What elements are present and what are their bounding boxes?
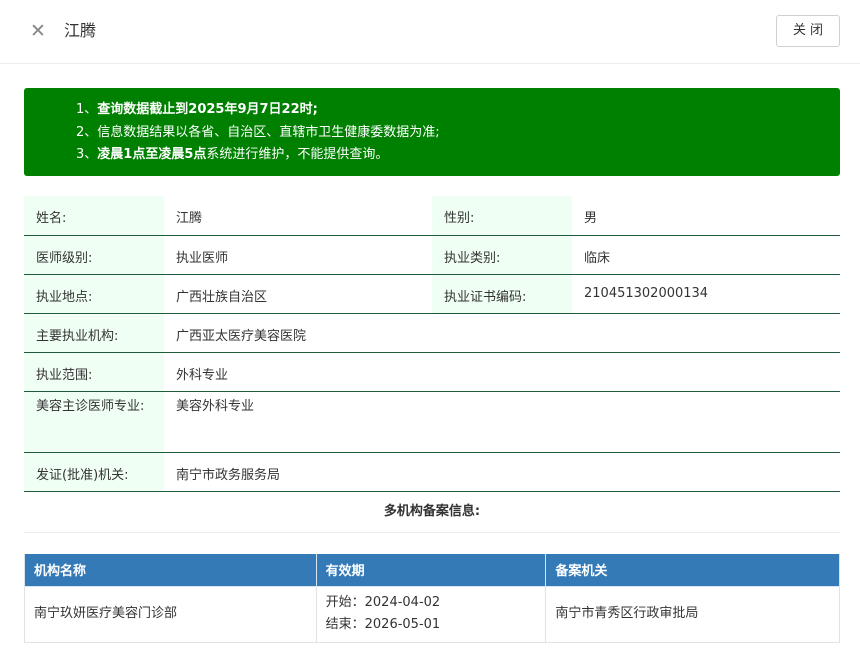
- notice-line-2: 2、信息数据结果以各省、自治区、直辖市卫生健康委数据为准;: [76, 124, 440, 140]
- close-button[interactable]: 关闭: [776, 15, 840, 47]
- dialog-header: ✕ 江腾 关闭: [0, 0, 860, 64]
- info-row-name: 姓名: 江腾 性别: 男: [24, 196, 840, 236]
- info-row-scope: 执业范围: 外科专业: [24, 352, 840, 392]
- scope-value: 外科专业: [164, 352, 840, 392]
- close-icon[interactable]: ✕: [28, 20, 48, 42]
- notice-line-3-prefix: 3、: [76, 147, 98, 162]
- info-row-cosmetic: 美容主诊医师专业: 美容外科专业: [24, 391, 840, 453]
- notice-line-1-bold: 查询数据截止到2025年9月7日22时;: [97, 102, 318, 117]
- validity-start: 开始：2024-04-02: [325, 595, 441, 610]
- multi-institution-title: 多机构备案信息:: [24, 493, 840, 533]
- info-row-level: 医师级别: 执业医师 执业类别: 临床: [24, 235, 840, 275]
- column-header-name: 机构名称: [24, 554, 317, 587]
- level-label: 医师级别:: [24, 235, 164, 275]
- notice-line-1-prefix: 1、: [76, 102, 98, 117]
- doctor-info-table: 姓名: 江腾 性别: 男 医师级别: 执业医师 执业类别: 临床 执业地点: 广…: [24, 196, 840, 492]
- authority-cell: 南宁市青秀区行政审批局: [545, 585, 840, 643]
- cosmetic-value: 美容外科专业: [164, 391, 840, 453]
- dialog-title: 江腾: [64, 21, 97, 40]
- name-label: 姓名:: [24, 196, 164, 236]
- info-row-institution: 主要执业机构: 广西亚太医疗美容医院: [24, 313, 840, 353]
- validity-end: 结束：2026-05-01: [325, 617, 441, 632]
- notice-line-3-rest: 系统进行维护，不能提供查询。: [206, 147, 389, 162]
- cert-label: 执业证书编码:: [432, 274, 572, 314]
- notice-line-3-bold: 凌晨1点至凌晨5点: [97, 147, 207, 162]
- notice-banner: 1、查询数据截止到2025年9月7日22时; 2、信息数据结果以各省、自治区、直…: [24, 88, 840, 176]
- scope-label: 执业范围:: [24, 352, 164, 392]
- column-header-validity: 有效期: [315, 554, 547, 587]
- validity-cell: 开始：2024-04-02 结束：2026-05-01: [315, 585, 547, 643]
- table-row: 南宁玖妍医疗美容门诊部 开始：2024-04-02 结束：2026-05-01 …: [24, 585, 840, 643]
- cert-value: 210451302000134: [572, 274, 840, 314]
- institution-label: 主要执业机构:: [24, 313, 164, 353]
- location-value: 广西壮族自治区: [164, 274, 432, 314]
- gender-value: 男: [572, 196, 840, 236]
- issuer-value: 南宁市政务服务局: [164, 452, 840, 492]
- gender-label: 性别:: [432, 196, 572, 236]
- org-name-cell: 南宁玖妍医疗美容门诊部: [24, 585, 317, 643]
- info-row-location: 执业地点: 广西壮族自治区 执业证书编码: 210451302000134: [24, 274, 840, 314]
- cosmetic-label: 美容主诊医师专业:: [24, 391, 164, 453]
- column-header-authority: 备案机关: [545, 554, 840, 587]
- institution-value: 广西亚太医疗美容医院: [164, 313, 840, 353]
- multi-institution-table: 机构名称 有效期 备案机关 南宁玖妍医疗美容门诊部 开始：2024-04-02 …: [24, 554, 840, 643]
- category-value: 临床: [572, 235, 840, 275]
- org-table-header-row: 机构名称 有效期 备案机关: [24, 554, 840, 587]
- notice-line-1: 1、查询数据截止到2025年9月7日22时;: [76, 99, 840, 122]
- location-label: 执业地点:: [24, 274, 164, 314]
- name-value: 江腾: [164, 196, 432, 236]
- issuer-label: 发证(批准)机关:: [24, 452, 164, 492]
- category-label: 执业类别:: [432, 235, 572, 275]
- info-row-issuer: 发证(批准)机关: 南宁市政务服务局: [24, 452, 840, 492]
- notice-line-3: 3、凌晨1点至凌晨5点系统进行维护，不能提供查询。: [76, 144, 840, 167]
- level-value: 执业医师: [164, 235, 432, 275]
